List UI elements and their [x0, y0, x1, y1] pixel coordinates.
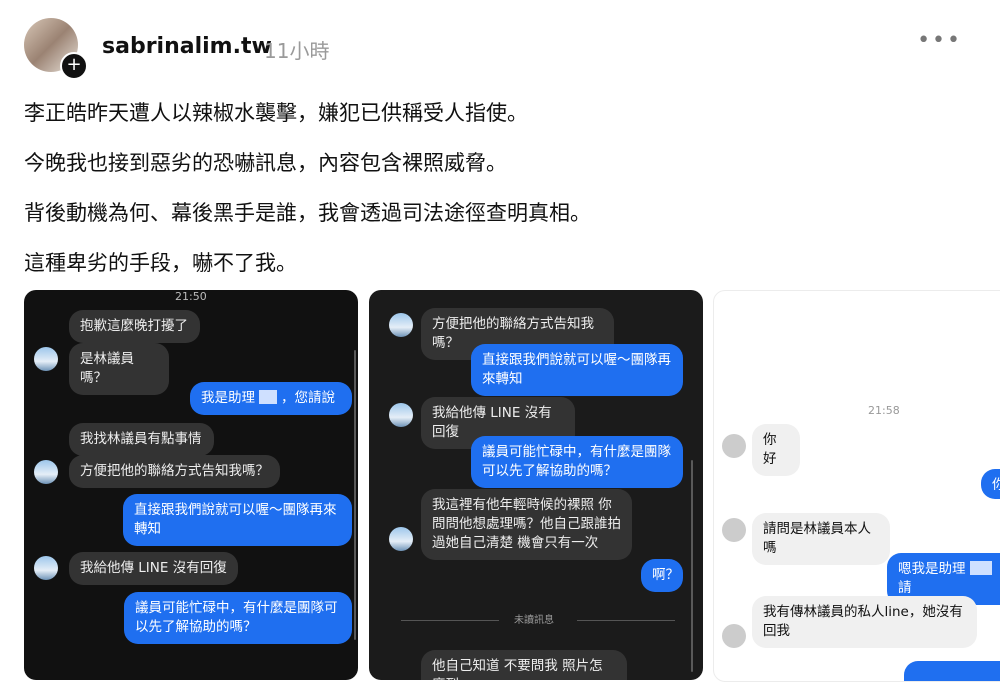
post-line-3: 背後動機為何、幕後黑手是誰，我會透過司法途徑查明真相。 — [24, 201, 591, 225]
scroll-indicator[interactable] — [691, 460, 693, 672]
screenshot-3[interactable]: 21:58 你好 你 請問是林議員本人嗎 嗯我是助理請 我有傳林議員的私人lin… — [713, 290, 1000, 682]
message-outgoing: 你 — [981, 469, 1000, 499]
message-incoming: 我有傳林議員的私人line，她沒有回我 — [752, 596, 977, 648]
screenshot-1[interactable]: 21:50 抱歉這麼晚打擾了 是林議員嗎？ 我是助理 ，您請說 我找林議員有點事情… — [24, 290, 358, 680]
chat-time: 21:50 — [175, 290, 207, 303]
message-text: 請 — [898, 580, 912, 596]
message-incoming: 我這裡有他年輕時候的裸照 你問問他想處理嗎？他自己跟誰拍過她自己清楚 機會只有一… — [421, 489, 632, 560]
contact-avatar — [389, 313, 413, 337]
message-incoming: 他自己知道 不要問我 照片怎麼到 — [421, 650, 627, 680]
follow-plus-icon[interactable]: + — [60, 52, 88, 80]
message-outgoing: 議員可能忙碌中，有什麼是團隊可以先了解協助的嗎？ — [471, 436, 683, 488]
contact-avatar — [389, 403, 413, 427]
message-text: ，您請說 — [281, 390, 335, 406]
redacted-block — [969, 561, 992, 575]
message-outgoing: 直接跟我們說就可以喔～團隊再來轉知 — [471, 344, 683, 396]
post-header: + sabrinalim.tw 11小時 ••• — [24, 16, 976, 80]
post-line-4: 這種卑劣的手段，嚇不了我。 — [24, 251, 297, 275]
post-time: 11小時 — [264, 39, 330, 63]
message-text: 嗯我是助理 — [898, 561, 966, 577]
contact-avatar — [389, 527, 413, 551]
message-incoming: 是林議員嗎？ — [69, 343, 169, 395]
contact-avatar — [722, 518, 746, 542]
post-line-2: 今晚我也接到惡劣的恐嚇訊息，內容包含裸照威脅。 — [24, 151, 507, 175]
contact-avatar — [34, 460, 58, 484]
post-body: 李正皓昨天遭人以辣椒水襲擊，嫌犯已供稱受人指使。 今晚我也接到惡劣的恐嚇訊息，內… — [24, 98, 964, 298]
unread-divider — [577, 620, 675, 621]
message-incoming: 抱歉這麼晚打擾了 — [69, 310, 200, 343]
contact-avatar — [34, 556, 58, 580]
message-incoming: 你好 — [752, 424, 800, 476]
chat-time: 21:58 — [868, 404, 900, 417]
unread-divider — [401, 620, 499, 621]
message-outgoing: 議員可能忙碌中，有什麼是團隊可以先了解協助的嗎？ — [124, 592, 352, 644]
message-incoming: 請問是林議員本人嗎 — [752, 513, 890, 565]
message-incoming: 方便把他的聯絡方式告知我嗎？ — [69, 455, 280, 488]
post-line-1: 李正皓昨天遭人以辣椒水襲擊，嫌犯已供稱受人指使。 — [24, 101, 528, 125]
contact-avatar — [722, 624, 746, 648]
message-incoming: 我找林議員有點事情 — [69, 423, 214, 456]
contact-avatar — [722, 434, 746, 458]
contact-avatar — [34, 347, 58, 371]
username[interactable]: sabrinalim.tw — [102, 34, 272, 59]
redacted-block — [259, 390, 277, 404]
message-text: 我是助理 — [201, 390, 255, 406]
message-outgoing: 我是助理 ，您請說 — [190, 382, 352, 415]
more-options-icon[interactable]: ••• — [917, 28, 962, 53]
message-incoming: 我給他傳 LINE 沒有回復 — [69, 552, 238, 585]
message-outgoing: 直接跟我們說就可以喔～團隊再來轉知 — [123, 494, 352, 546]
message-outgoing-partial — [904, 661, 1000, 681]
scroll-indicator[interactable] — [354, 350, 356, 640]
unread-label: 未讀訊息 — [514, 615, 554, 626]
message-outgoing: 啊？ — [641, 559, 683, 592]
screenshot-2[interactable]: 方便把他的聯絡方式告知我嗎？ 直接跟我們說就可以喔～團隊再來轉知 我給他傳 LI… — [369, 290, 703, 680]
